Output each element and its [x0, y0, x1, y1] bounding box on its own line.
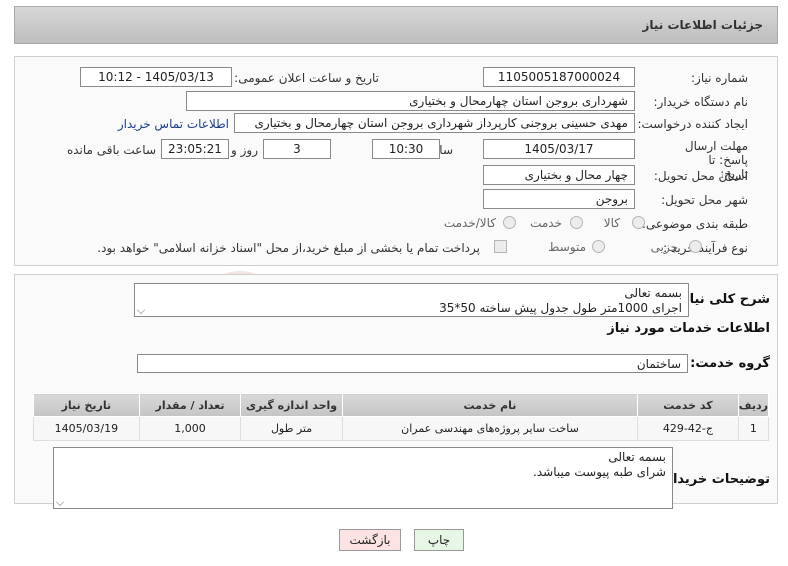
days-field: 3 — [263, 139, 331, 159]
creator-label: ایجاد کننده درخواست: — [637, 117, 748, 131]
buyer-org-label: نام دستگاه خریدار: — [653, 95, 749, 109]
province-field: چهار محال و بختیاری — [483, 165, 635, 185]
days-label: روز و — [231, 143, 258, 157]
category-label: طبقه بندی موضوعی: — [641, 217, 748, 231]
table-row: 1 ج-42-429 ساخت سایر پروژه‌های مهندسی عم… — [33, 416, 770, 441]
col-name-header: نام خدمت — [341, 393, 639, 417]
cell-quantity: 1,000 — [138, 416, 242, 441]
description-textarea[interactable]: بسمه تعالی اجرای 1000متر طول جدول پیش سا… — [134, 283, 689, 317]
announce-datetime-field: 1405/03/13 - 10:12 — [80, 67, 232, 87]
services-section-title: اطلاعات خدمات مورد نیاز — [607, 321, 770, 336]
creator-field: مهدی حسینی بروجنی کارپرداز شهرداری بروجن… — [234, 113, 635, 133]
purchase-minor-label: جزیی — [650, 240, 678, 254]
buyer-contact-link[interactable]: اطلاعات تماس خریدار — [118, 117, 229, 131]
page-title: جزئیات اطلاعات نیاز — [642, 18, 763, 32]
remaining-time-label: ساعت باقی مانده — [66, 143, 156, 157]
col-quantity-header: تعداد / مقدار — [138, 393, 242, 417]
buyer-notes-line-2: شرای طبه پیوست میباشد. — [533, 465, 666, 479]
buyer-notes-label: توضیحات خریدار: — [660, 472, 770, 487]
purchase-medium-radio[interactable] — [592, 240, 605, 253]
city-label: شهر محل تحویل: — [661, 193, 748, 207]
city-field: بروجن — [483, 189, 635, 209]
col-code-header: کد خدمت — [637, 393, 739, 417]
buyer-notes-line-1: بسمه تعالی — [608, 450, 666, 464]
back-button[interactable]: بازگشت — [339, 529, 401, 551]
description-line-1: بسمه تعالی — [624, 286, 682, 300]
col-row-header: ردیف — [737, 393, 770, 417]
service-group-field: ساختمان — [137, 354, 688, 373]
buyer-notes-textarea[interactable]: بسمه تعالی شرای طبه پیوست میباشد. — [53, 447, 673, 509]
col-unit-header: واحد اندازه گیری — [240, 393, 343, 417]
service-group-label: گروه خدمت: — [690, 356, 770, 371]
cell-service-code: ج-42-429 — [637, 416, 739, 441]
category-service-radio[interactable] — [570, 216, 583, 229]
treasury-payment-checkbox[interactable] — [494, 240, 507, 253]
remaining-time-field: 23:05:21 — [161, 139, 229, 159]
category-goods-label: کالا — [603, 216, 620, 230]
category-goods-radio[interactable] — [632, 216, 645, 229]
header-bar: جزئیات اطلاعات نیاز — [14, 6, 778, 44]
cell-need-date: 1405/03/19 — [33, 416, 140, 441]
category-goods-service-radio[interactable] — [503, 216, 516, 229]
resize-handle-icon[interactable] — [56, 498, 64, 506]
province-label: استان محل تحویل: — [653, 169, 748, 183]
description-line-2: اجرای 1000متر طول جدول پیش ساخته 50*35 — [439, 301, 682, 315]
treasury-payment-note: پرداخت تمام یا بخشی از مبلغ خرید،از محل … — [97, 241, 480, 255]
services-table: ردیف کد خدمت نام خدمت واحد اندازه گیری ت… — [33, 393, 770, 441]
category-goods-service-label: کالا/خدمت — [443, 216, 496, 230]
cell-service-name: ساخت سایر پروژه‌های مهندسی عمران — [341, 416, 639, 441]
need-number-label: شماره نیاز: — [691, 71, 748, 85]
deadline-time-field: 10:30 — [372, 139, 440, 159]
purchase-medium-label: متوسط — [548, 240, 586, 254]
print-button[interactable]: چاپ — [414, 529, 464, 551]
purchase-minor-radio[interactable] — [689, 240, 702, 253]
need-number-field: 1105005187000024 — [483, 67, 635, 87]
cell-unit: متر طول — [240, 416, 343, 441]
deadline-date-field: 1405/03/17 — [483, 139, 635, 159]
category-service-label: خدمت — [530, 216, 562, 230]
table-header-row: ردیف کد خدمت نام خدمت واحد اندازه گیری ت… — [33, 393, 770, 417]
cell-row-number: 1 — [737, 416, 770, 441]
col-date-header: تاریخ نیاز — [33, 393, 140, 417]
buyer-org-field: شهرداری بروجن استان چهارمحال و بختیاری — [186, 91, 635, 111]
description-label: شرح کلی نیاز: — [676, 292, 770, 307]
announce-datetime-label: تاریخ و ساعت اعلان عمومی: — [234, 71, 379, 85]
need-info-panel — [14, 56, 778, 266]
